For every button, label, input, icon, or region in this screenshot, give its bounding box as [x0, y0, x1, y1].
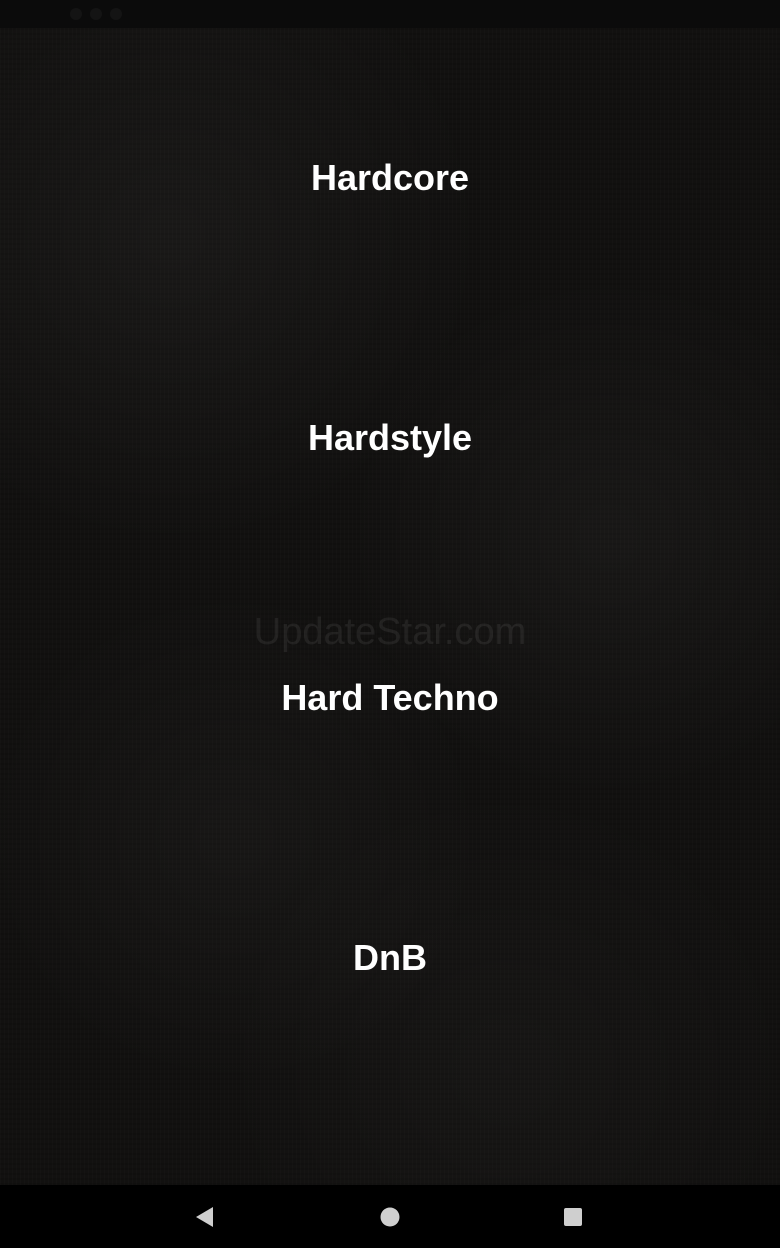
system-navigation-bar [0, 1185, 780, 1248]
back-triangle-icon [196, 1207, 213, 1227]
status-icons [70, 8, 122, 20]
genre-menu: Hardcore Hardstyle UpdateStar.com Hard T… [0, 28, 780, 1185]
status-icon [90, 8, 102, 20]
recents-button[interactable] [553, 1197, 593, 1237]
back-button[interactable] [184, 1197, 224, 1237]
genre-dnb-button[interactable]: DnB [0, 936, 780, 980]
watermark: UpdateStar.com [253, 611, 527, 653]
home-circle-icon [380, 1207, 400, 1227]
genre-hardstyle-button[interactable]: Hardstyle [0, 416, 780, 460]
status-icon [110, 8, 122, 20]
status-icon [70, 8, 82, 20]
recents-square-icon [564, 1208, 582, 1226]
genre-hardcore-button[interactable]: Hardcore [0, 156, 780, 200]
app-screen: Hardcore Hardstyle UpdateStar.com Hard T… [0, 0, 780, 1248]
home-button[interactable] [370, 1197, 410, 1237]
genre-hard-techno-button[interactable]: Hard Techno [0, 676, 780, 720]
status-bar [0, 0, 780, 28]
